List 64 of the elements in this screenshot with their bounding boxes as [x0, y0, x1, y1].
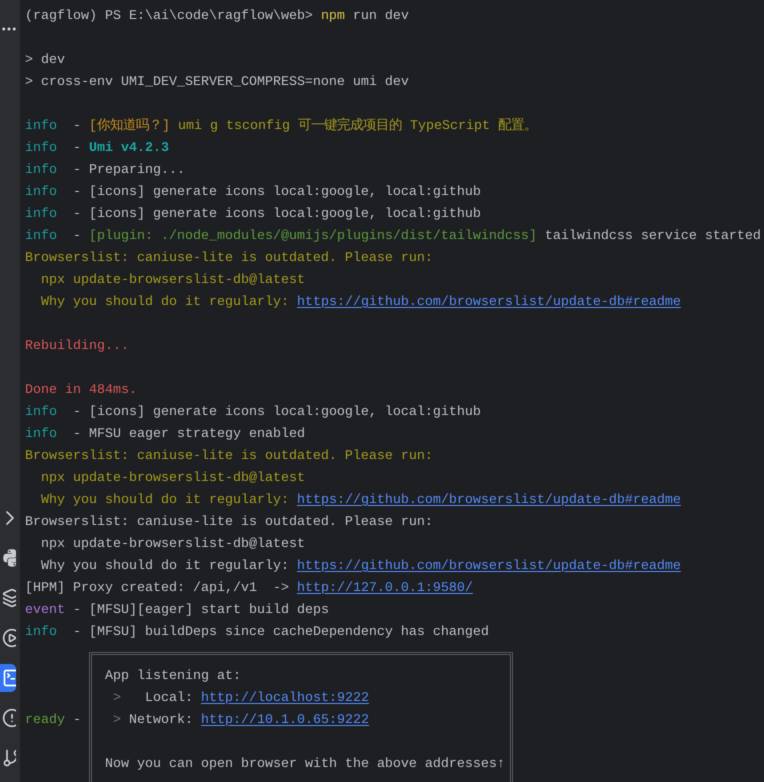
warning-text: npx update-browserslist-db@latest: [40, 470, 305, 488]
log-text: > cross-env UMI_DEV_SERVER_COMPRESS=none umi dev: [25, 74, 409, 92]
git-branch-icon: [2, 748, 16, 768]
error-text: Rebuilding...: [25, 338, 129, 356]
url-link[interactable]: https://github.com/browserslist/update-db#readme: [296, 556, 681, 578]
tip-tag: [你知道吗？]: [89, 116, 170, 138]
prompt-marker: >: [113, 690, 121, 708]
log-text: > dev: [25, 52, 65, 70]
error-text: Done in 484ms.: [25, 382, 137, 400]
play-icon: [2, 628, 16, 648]
url-link[interactable]: https://github.com/browserslist/update-db#readme: [296, 292, 681, 314]
log-text: - MFSU eager strategy enabled: [72, 426, 305, 444]
log-level: info: [25, 426, 57, 444]
log-text: App listening at:: [105, 668, 241, 686]
log-text: - Preparing...: [72, 162, 185, 180]
command-text: npm: [320, 8, 345, 26]
warning-text: Browserslist: caniuse-lite is outdated. Please run:: [25, 250, 433, 268]
alert-icon: [2, 708, 16, 728]
url-link[interactable]: https://github.com/browserslist/update-db#readme: [296, 490, 681, 512]
log-level: info: [25, 118, 57, 136]
log-text: - [MFSU][eager] start build deps: [72, 602, 329, 620]
log-text: Now you can open browser with the above addresses↑: [105, 756, 505, 774]
log-text: -: [72, 228, 82, 246]
log-text: -: [72, 712, 81, 730]
version-text: Umi v4.2.3: [89, 140, 169, 158]
log-text: - [icons] generate icons local:google, local:github: [72, 184, 481, 202]
log-text: -: [72, 140, 82, 158]
log-text: run dev: [352, 8, 409, 26]
plugin-tag: [plugin: ./node_modules/@umijs/plugins/dist/tailwindcss]: [89, 226, 537, 248]
log-text: Why you should do it regularly:: [40, 558, 290, 576]
log-text: -: [72, 118, 82, 136]
warning-text: Why you should do it regularly:: [40, 492, 290, 510]
python-icon: [2, 548, 16, 568]
warning-text: Why you should do it regularly:: [40, 294, 290, 312]
log-level: info: [25, 206, 57, 224]
log-text: Network:: [128, 712, 194, 730]
log-text: npx update-browserslist-db@latest: [40, 536, 305, 554]
tool-window-button[interactable]: [0, 664, 16, 692]
log-text: (ragflow) PS E:\ai\code\ragflow\web>: [25, 8, 314, 26]
log-text: tailwindcss service started: [544, 228, 761, 246]
log-level: info: [25, 228, 57, 246]
log-level: ready: [25, 712, 65, 730]
log-text: Browserslist: caniuse-lite is outdated. Please run:: [25, 514, 433, 532]
url-link[interactable]: http://127.0.0.1:9580/: [296, 578, 473, 600]
prompt-marker: >: [113, 712, 121, 730]
log-text: - [icons] generate icons local:google, local:github: [72, 206, 481, 224]
chevron-right-icon: [6, 511, 14, 525]
warning-text: umi g tsconfig 可一键完成项目的 TypeScript 配置。: [176, 116, 537, 136]
layers-icon: [2, 588, 16, 608]
log-level: info: [25, 140, 57, 158]
log-level: info: [25, 162, 57, 180]
log-text: [HPM] Proxy created: /api,/v1 ->: [25, 580, 290, 598]
warning-text: npx update-browserslist-db@latest: [40, 272, 305, 290]
log-level: info: [25, 624, 57, 642]
log-level: info: [25, 404, 57, 422]
log-text: Local:: [144, 690, 194, 708]
log-text: - [icons] generate icons local:google, local:github: [72, 404, 481, 422]
url-link[interactable]: http://10.1.0.65:9222: [200, 710, 369, 732]
log-level: info: [25, 184, 57, 202]
log-text: - [MFSU] buildDeps since cacheDependency has changed: [72, 624, 489, 642]
url-link[interactable]: http://localhost:9222: [200, 688, 369, 710]
log-level: event: [25, 602, 65, 620]
terminal-icon: [2, 668, 16, 688]
warning-text: Browserslist: caniuse-lite is outdated. Please run:: [25, 448, 433, 466]
